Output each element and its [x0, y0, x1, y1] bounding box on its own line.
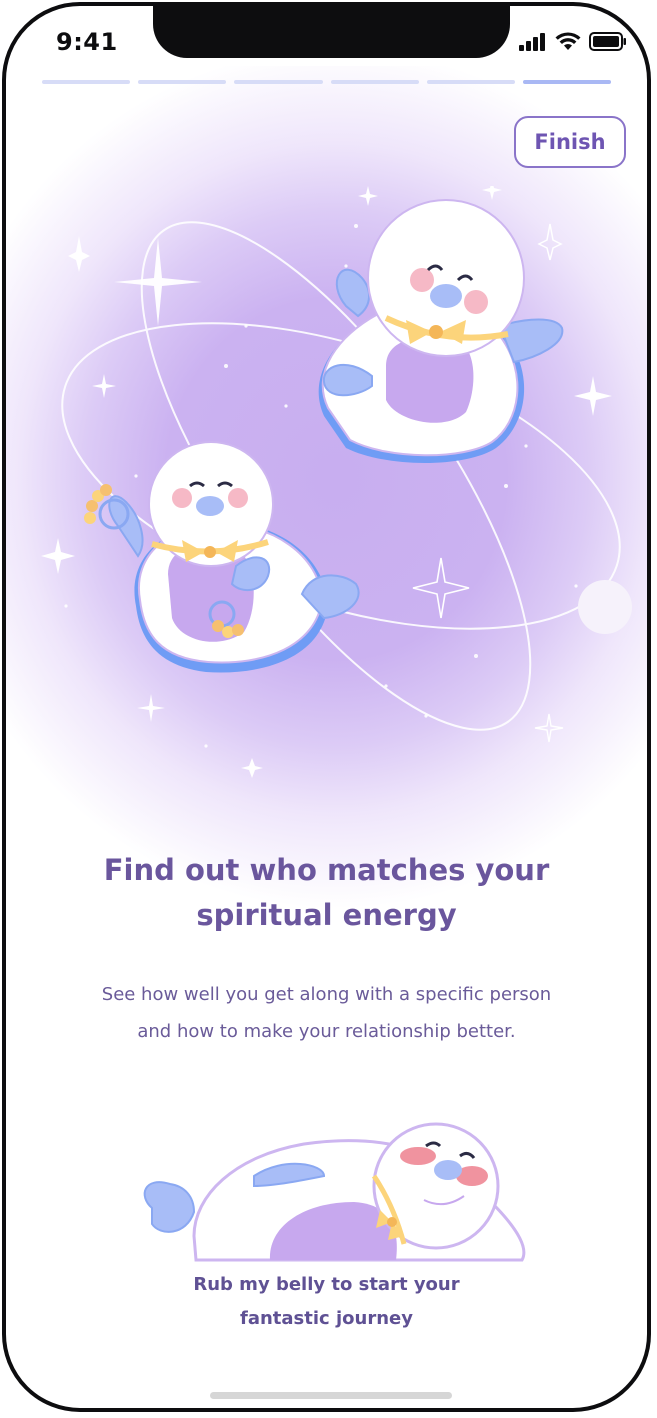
- progress-segment: [234, 80, 323, 84]
- belly-rub-instruction-line: fantastic journey: [240, 1308, 413, 1329]
- belly-rub-instruction: Rub my belly to start your fantastic jou…: [106, 1268, 547, 1336]
- seal-bottom-left: [84, 441, 360, 673]
- progress-segment-active: [522, 80, 612, 84]
- sparkle-icon: [41, 186, 612, 778]
- progress-segment: [42, 80, 131, 84]
- progress-segment: [330, 80, 419, 84]
- seal-mascot-illustration: [41, 186, 632, 778]
- belly-rub-instruction-line: Rub my belly to start your: [193, 1274, 460, 1295]
- progress-segment: [138, 80, 227, 84]
- home-indicator[interactable]: [210, 1392, 452, 1399]
- page-description-line: and how to make your relationship better…: [137, 1021, 516, 1042]
- onboarding-progress: [42, 80, 612, 84]
- page-title-line: spiritual energy: [196, 898, 457, 932]
- page-description-line: See how well you get along with a specif…: [101, 984, 552, 1005]
- page-title-line: Find out who matches your: [103, 853, 550, 887]
- device-notch: [153, 6, 510, 58]
- battery-icon: [589, 32, 626, 51]
- page-description: See how well you get along with a specif…: [46, 976, 607, 1050]
- seal-top-right: [318, 199, 564, 463]
- cellular-signal-icon: [519, 32, 545, 51]
- status-icons: [519, 32, 627, 51]
- finish-button[interactable]: Finish: [514, 116, 626, 168]
- progress-segment: [426, 80, 515, 84]
- page-title: Find out who matches your spiritual ener…: [46, 848, 607, 938]
- status-time: 9:41: [56, 28, 118, 56]
- wifi-icon: [555, 32, 581, 50]
- belly-rub-seal[interactable]: [134, 1116, 534, 1276]
- moon-icon: [578, 580, 632, 634]
- phone-frame: 9:41 Finish Find out who matches your sp…: [2, 2, 651, 1412]
